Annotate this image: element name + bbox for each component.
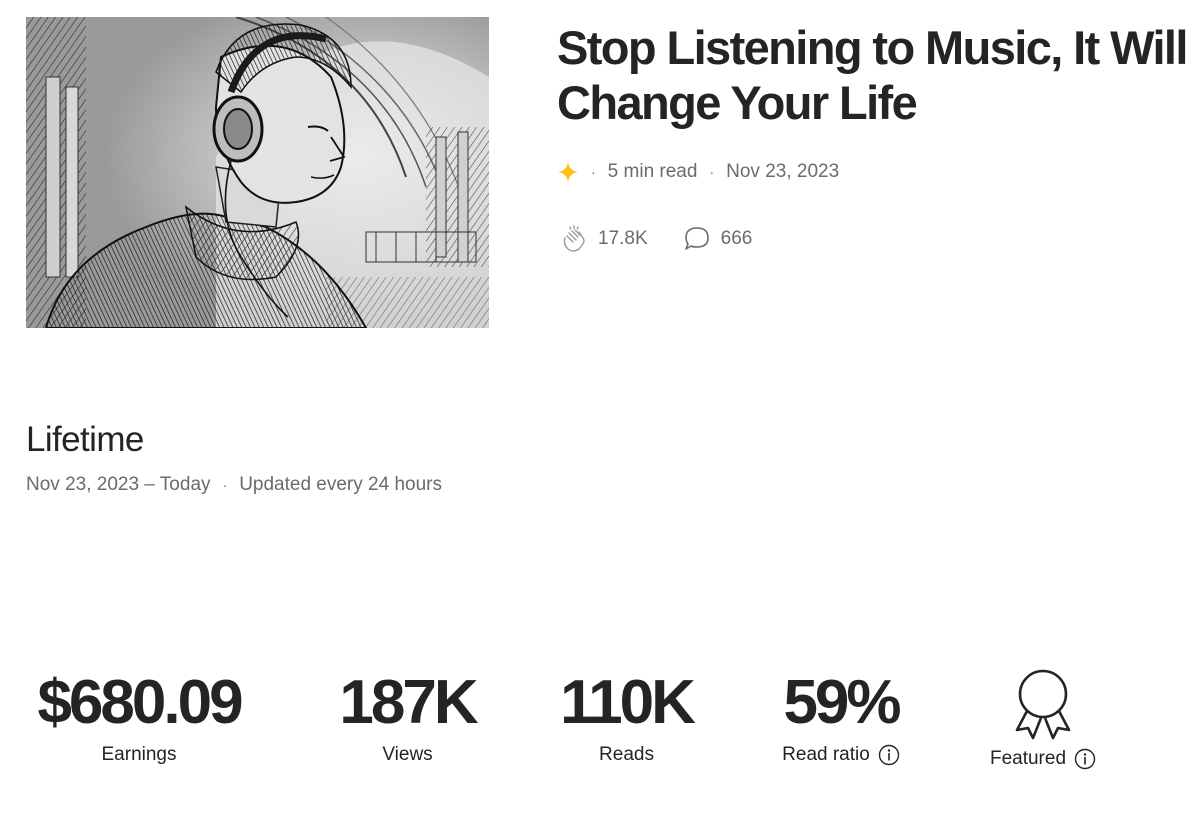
meta-separator: · [222,477,228,493]
stat-views: 187K Views [330,668,485,766]
stat-read-ratio: 59% Read ratio [770,668,912,766]
award-ribbon-icon [1011,668,1075,740]
earnings-value: $680.09 [37,668,243,737]
member-star-icon [557,161,579,183]
read-ratio-value: 59% [783,668,901,737]
meta-separator: · [709,164,715,180]
responses-button[interactable]: 666 [682,224,753,254]
read-time: 5 min read [607,161,698,182]
claps-count: 17.8K [598,228,648,249]
read-ratio-label: Read ratio [782,744,870,765]
story-title[interactable]: Stop Listening to Music, It Will Change … [557,20,1200,130]
illustration-man-headphones [26,17,489,328]
reads-value: 110K [560,668,696,737]
story-cover-image [26,17,489,328]
publish-date: Nov 23, 2023 [726,161,840,182]
lifetime-heading: Lifetime [26,420,144,459]
stat-reads: 110K Reads [553,668,700,766]
views-value: 187K [339,668,478,737]
clap-icon [559,224,589,254]
stat-featured: Featured [980,668,1106,770]
update-note: Updated every 24 hours [239,474,442,495]
reads-label: Reads [599,744,654,765]
stat-earnings: $680.09 Earnings [26,668,252,766]
story-title-line1: Stop Listening to Music, It Will [557,21,1188,74]
story-stats-page: Stop Listening to Music, It Will Change … [0,0,1200,815]
earnings-label: Earnings [101,744,177,765]
views-label: Views [382,744,433,765]
story-meta: · 5 min read · Nov 23, 2023 [557,158,839,186]
comment-icon [682,224,712,254]
claps-button[interactable]: 17.8K [559,224,648,254]
engagement-row: 17.8K 666 [559,223,752,255]
lifetime-subtitle: Nov 23, 2023 – Today · Updated every 24 … [26,474,442,496]
story-title-line2: Change Your Life [557,76,918,129]
info-icon[interactable] [878,744,900,766]
lifetime-range: Nov 23, 2023 – Today [26,474,211,495]
meta-separator: · [591,164,596,180]
responses-count: 666 [720,228,753,249]
featured-label: Featured [989,748,1067,769]
info-icon[interactable] [1074,748,1096,770]
